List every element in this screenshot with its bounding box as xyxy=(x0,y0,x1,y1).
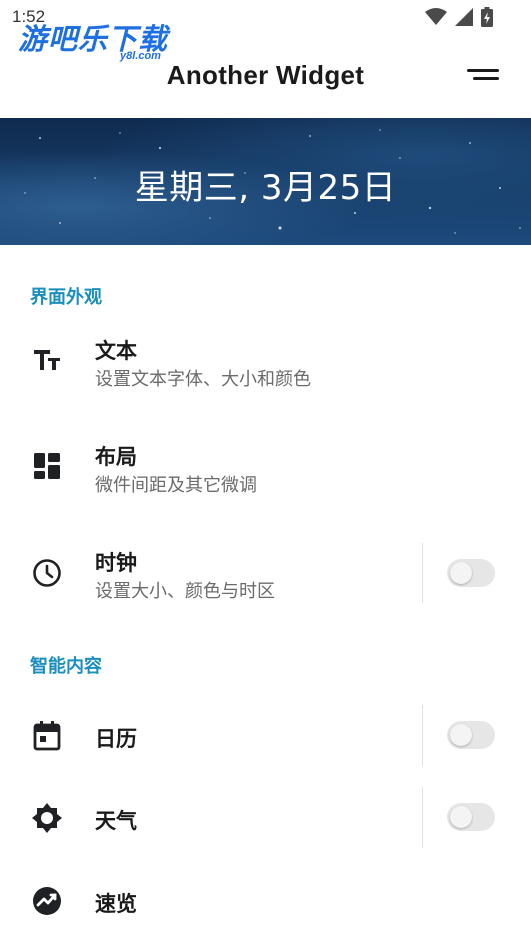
settings-item-text[interactable]: 文本 设置文本字体、大小和颜色 xyxy=(0,325,531,405)
clock-icon xyxy=(30,556,64,590)
menu-line-bottom xyxy=(473,77,499,80)
wifi-icon xyxy=(425,8,447,25)
widget-date: 星期三, 3月25日 xyxy=(134,168,397,208)
settings-item-glance-title: 速览 xyxy=(95,892,137,916)
divider xyxy=(422,787,423,848)
battery-icon xyxy=(481,7,493,27)
status-icons xyxy=(425,7,493,27)
calendar-icon xyxy=(30,719,64,753)
settings-item-clock-subtitle: 设置大小、颜色与时区 xyxy=(95,581,275,602)
menu-line-top xyxy=(467,69,499,72)
weather-toggle[interactable] xyxy=(447,803,495,831)
section-title-smart-content: 智能内容 xyxy=(30,656,102,677)
text-size-icon xyxy=(30,343,64,377)
settings-item-weather[interactable]: 天气 xyxy=(0,787,531,849)
app-title: Another Widget xyxy=(166,60,365,90)
trending-icon xyxy=(30,884,64,918)
signal-icon xyxy=(455,8,473,26)
toggle-knob xyxy=(450,724,472,746)
settings-item-layout[interactable]: 布局 微件间距及其它微调 xyxy=(0,431,531,511)
settings-item-glance[interactable]: 速览 xyxy=(0,870,531,932)
widget-preview-banner: 星期三, 3月25日 xyxy=(0,118,531,245)
toggle-knob xyxy=(450,806,472,828)
settings-item-text-subtitle: 设置文本字体、大小和颜色 xyxy=(95,369,311,390)
section-title-appearance: 界面外观 xyxy=(30,287,102,308)
settings-item-clock[interactable]: 时钟 设置大小、颜色与时区 xyxy=(0,537,531,617)
settings-item-text-title: 文本 xyxy=(95,339,137,363)
settings-item-calendar[interactable]: 日历 xyxy=(0,705,531,767)
settings-item-layout-subtitle: 微件间距及其它微调 xyxy=(95,475,257,496)
settings-item-calendar-title: 日历 xyxy=(95,727,137,751)
dashboard-icon xyxy=(30,449,64,483)
toggle-knob xyxy=(450,562,472,584)
settings-item-layout-title: 布局 xyxy=(95,445,137,469)
divider xyxy=(422,543,423,603)
divider xyxy=(422,705,423,766)
menu-button[interactable] xyxy=(467,66,499,84)
weather-icon xyxy=(30,801,64,835)
calendar-toggle[interactable] xyxy=(447,721,495,749)
watermark-logo: 游吧乐下载 y8l.com xyxy=(18,16,168,62)
settings-item-weather-title: 天气 xyxy=(95,809,137,833)
settings-item-clock-title: 时钟 xyxy=(95,551,137,575)
clock-toggle[interactable] xyxy=(447,559,495,587)
